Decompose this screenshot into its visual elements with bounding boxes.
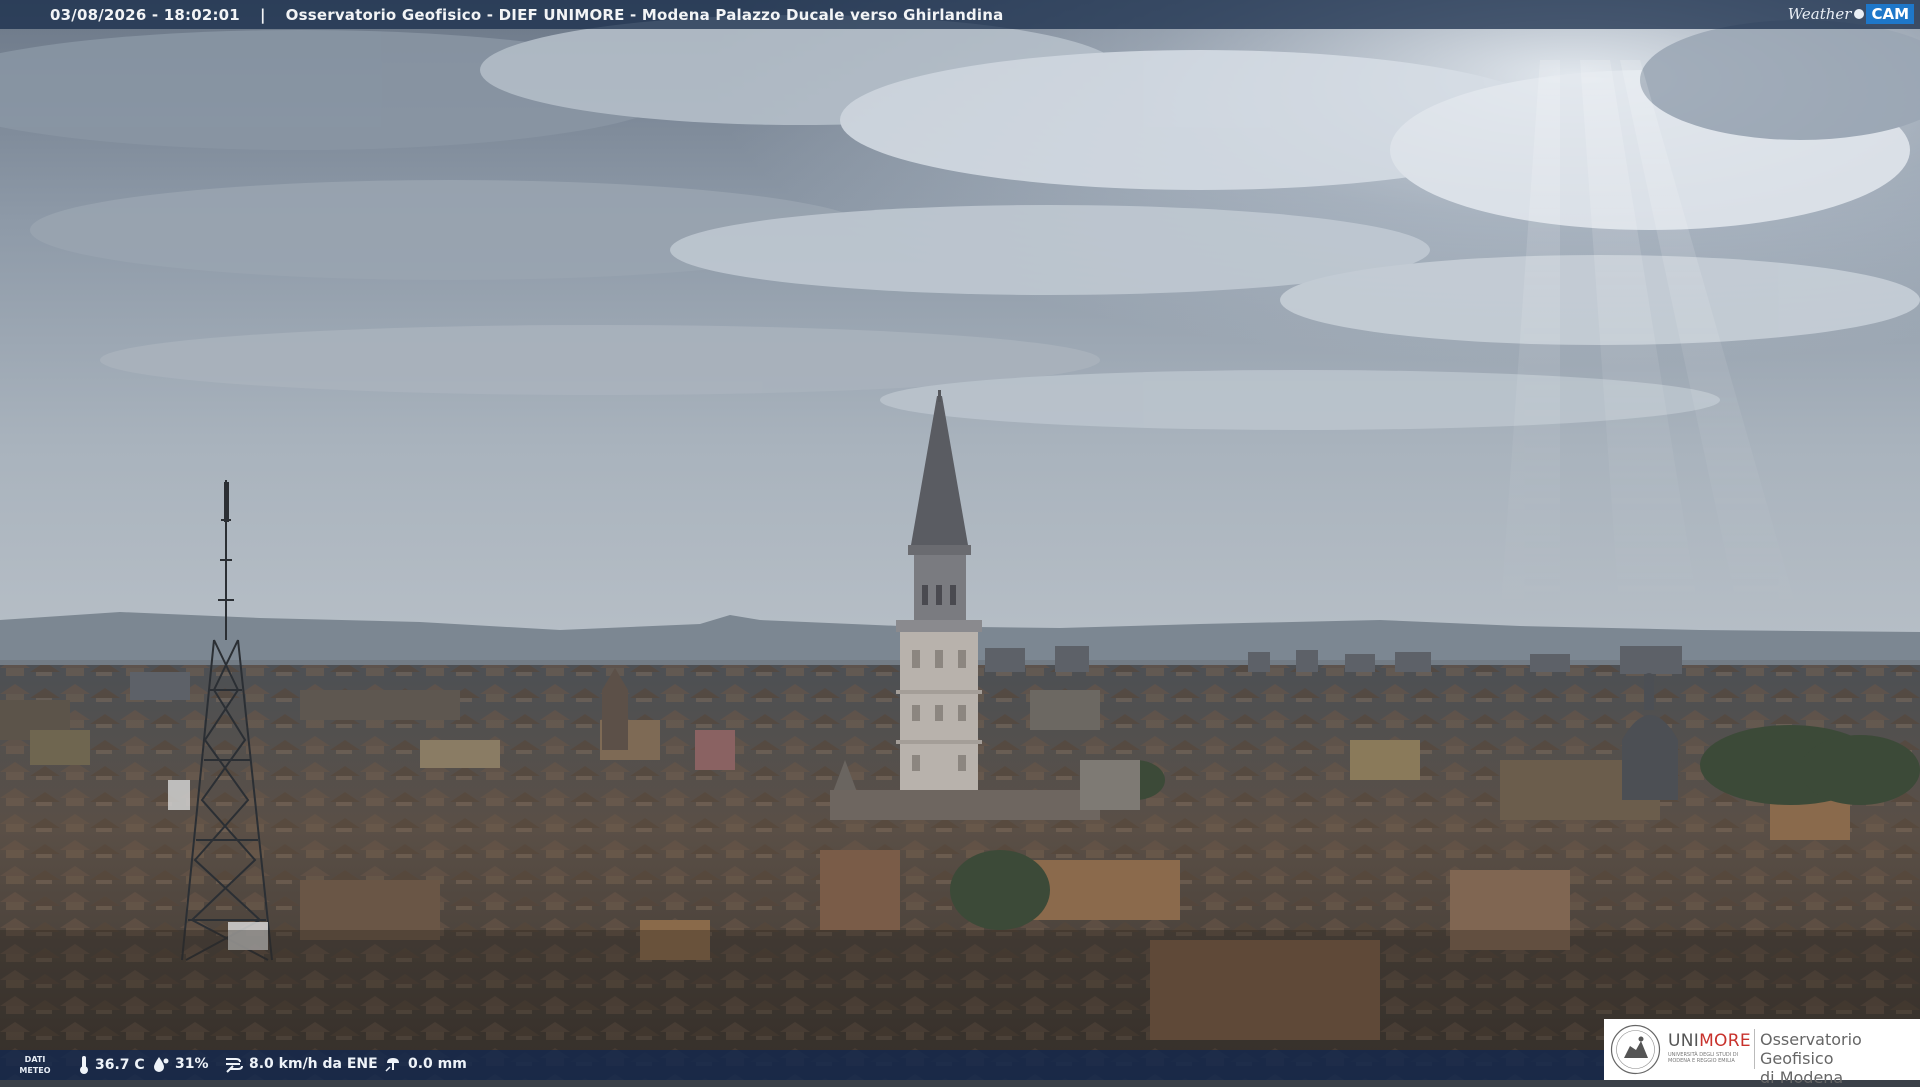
- top-caption-bar: 03/08/2026 - 18:02:01 | Osservatorio Geofi…: [0, 0, 1920, 29]
- thermometer-icon: [80, 1056, 88, 1074]
- caption-separator: |: [259, 6, 266, 24]
- weathercam-logo: Weather CAM: [1788, 2, 1914, 26]
- circle-icon: [1854, 9, 1865, 19]
- humidity-reading: 31%: [152, 1055, 209, 1073]
- wind-icon: [226, 1058, 243, 1073]
- logo-divider: [1754, 1029, 1755, 1069]
- observatory-name: Osservatorio Geofisico di Modena: [1760, 1030, 1862, 1087]
- camera-caption: 03/08/2026 - 18:02:01 | Osservatorio Geofi…: [50, 6, 1003, 24]
- camera-title: Osservatorio Geofisico - DIEF UNIMORE - …: [285, 6, 1004, 24]
- temperature-reading: 36.7 C: [78, 1055, 145, 1075]
- unimore-logo-box: UNIMORE UNIVERSITÀ DEGLI STUDI DI MODENA…: [1604, 1019, 1920, 1087]
- weathercam-cam-text: CAM: [1866, 4, 1914, 24]
- webcam-view: [0, 0, 1920, 1080]
- humidity-value: 31%: [175, 1056, 209, 1072]
- unimore-name: UNIMORE: [1668, 1031, 1751, 1051]
- wind-reading: 8.0 km/h da ENE: [224, 1055, 378, 1073]
- wind-value: 8.0 km/h da ENE: [249, 1056, 378, 1072]
- temperature-value: 36.7 C: [95, 1057, 145, 1073]
- rain-icon: [385, 1058, 399, 1072]
- meteo-label: DATI METEO: [19, 1055, 51, 1075]
- humidity-drop-icon: [154, 1057, 169, 1072]
- unimore-subline: UNIVERSITÀ DEGLI STUDI DI MODENA E REGGI…: [1668, 1052, 1739, 1064]
- rain-reading: 0.0 mm: [383, 1055, 467, 1073]
- timestamp: 03/08/2026 - 18:02:01: [50, 6, 240, 24]
- weathercam-weather-text: Weather: [1787, 5, 1852, 23]
- rain-value: 0.0 mm: [408, 1056, 467, 1072]
- university-seal-icon: [1610, 1024, 1661, 1075]
